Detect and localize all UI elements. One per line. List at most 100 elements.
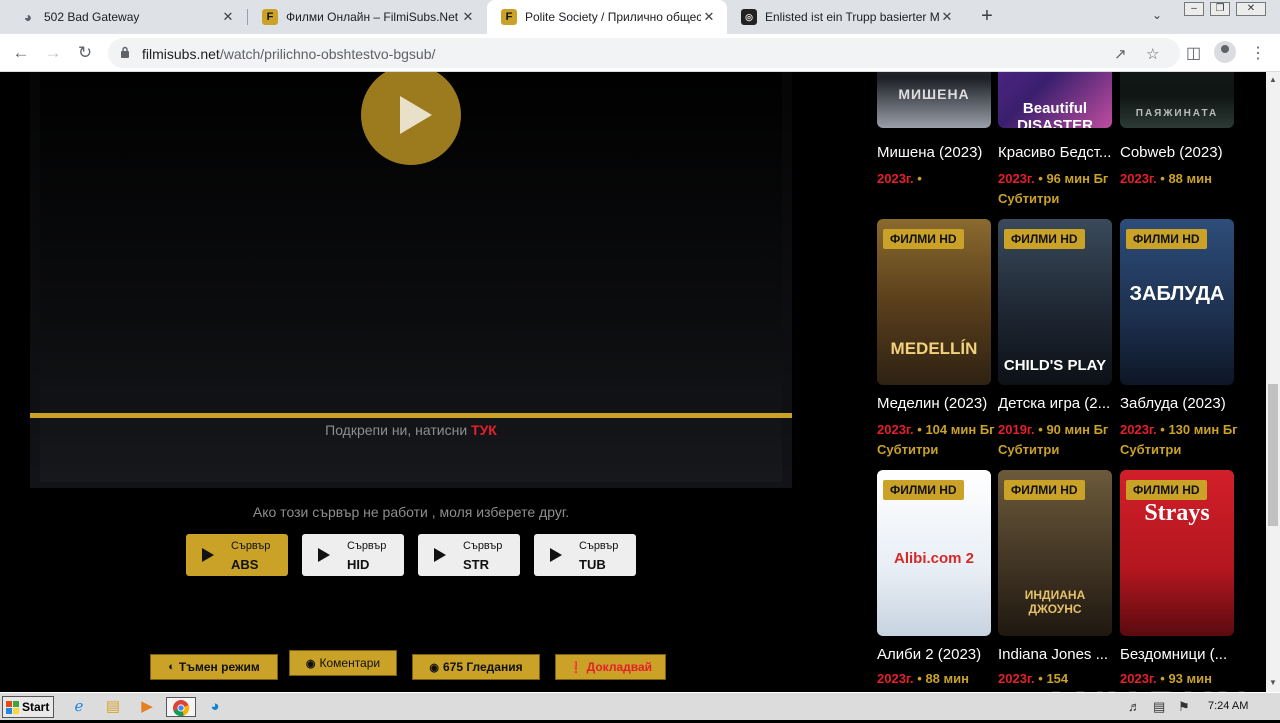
server-button-str[interactable]: Сървър STR (418, 534, 520, 576)
chrome-taskbar-icon[interactable] (166, 697, 196, 717)
scroll-up-icon[interactable]: ▲ (1269, 75, 1277, 84)
poster-text: ИНДИАНА ДЖОУНС (1024, 588, 1086, 616)
server-button-hid[interactable]: Сървър HID (302, 534, 404, 576)
lock-icon[interactable] (120, 46, 130, 59)
page-content: Подкрепи ни, натисни ТУК Ако този сървър… (0, 72, 1266, 692)
movie-poster[interactable]: ФИЛМИ HD Alibi.com 2 (877, 470, 991, 636)
page-scrollbar[interactable]: ▲ ▼ (1266, 72, 1280, 692)
movie-meta: 2023г. • 96 мин Бг Субтитри (998, 171, 1109, 206)
play-icon (318, 548, 330, 562)
movie-meta: 2023г. • 88 мин (877, 671, 969, 686)
back-icon[interactable]: ← (10, 42, 32, 64)
movie-poster[interactable]: ФИЛМИ HD ЗАБЛУДА (1120, 219, 1234, 385)
player-progress-bar[interactable] (30, 413, 792, 418)
tab-title: Enlisted ist ein Trupp basierter MMO- (765, 10, 939, 24)
report-button[interactable]: ❗ Докладвай (555, 654, 666, 680)
start-button[interactable]: Start (2, 696, 54, 718)
server-button-abs[interactable]: Сървър ABS (186, 534, 288, 576)
movie-poster[interactable]: МИШЕНА (877, 72, 991, 128)
support-text: Подкрепи ни, натисни (325, 422, 468, 438)
side-panel-icon[interactable]: ◫ (1186, 43, 1201, 63)
support-link[interactable]: ТУК (471, 422, 497, 438)
server-label: Сървър (347, 540, 387, 552)
close-tab-icon[interactable]: ✕ (460, 9, 476, 25)
close-tab-icon[interactable]: ✕ (220, 9, 236, 25)
action-center-flag-icon[interactable]: ⚑ (1178, 699, 1190, 715)
forward-icon[interactable]: → (42, 42, 64, 64)
close-tab-icon[interactable]: ✕ (701, 9, 717, 25)
profile-avatar-icon[interactable] (1214, 41, 1236, 63)
views-counter: ◉ 675 Гледания (412, 654, 540, 680)
volume-icon[interactable]: ♬ (1128, 699, 1141, 714)
movie-poster[interactable]: ФИЛМИ HD ИНДИАНА ДЖОУНС (998, 470, 1112, 636)
server-label: Сървър (463, 540, 503, 552)
movie-poster[interactable]: ПАЯЖИНАТА (1120, 72, 1234, 128)
movie-poster[interactable]: Beautiful DISASTER (998, 72, 1112, 128)
server-code: STR (463, 557, 489, 572)
play-icon (202, 548, 214, 562)
tab-strip: ◕ 502 Bad Gateway ✕ F Филми Онлайн – Fil… (0, 0, 1280, 34)
play-icon (434, 548, 446, 562)
movie-title[interactable]: Заблуда (2023) (1120, 395, 1240, 412)
movie-title[interactable]: Алиби 2 (2023) (877, 646, 997, 663)
server-code: TUB (579, 557, 606, 572)
tab-polite-society[interactable]: F Polite Society / Приличнo обществo ✕ (487, 0, 727, 34)
hd-badge: ФИЛМИ HD (1126, 480, 1207, 500)
dark-mode-button[interactable]: ◐ Тъмен режим (150, 654, 278, 680)
tab-502-bad-gateway[interactable]: ◕ 502 Bad Gateway ✕ (6, 0, 246, 34)
taskbar-clock[interactable]: 7:24 AM (1208, 700, 1248, 712)
tab-filmisubs-home[interactable]: F Филми Онлайн – FilmiSubs.Net ✕ (248, 0, 486, 34)
share-icon[interactable]: ↗ (1114, 45, 1127, 63)
movie-title[interactable]: Cobweb (2023) (1120, 144, 1240, 161)
url-text: filmisubs.net/watch/prilichno-obshtestvo… (142, 46, 436, 62)
edge-icon[interactable]: ◕ (204, 697, 226, 717)
tab-search-icon[interactable]: ⌄ (1152, 8, 1162, 22)
file-explorer-icon[interactable]: ▤ (102, 697, 124, 717)
scroll-down-icon[interactable]: ▼ (1269, 678, 1277, 687)
internet-explorer-icon[interactable]: ℯ (68, 697, 90, 717)
globe-icon: ◕ (23, 9, 33, 25)
movie-title[interactable]: Детска игра (2... (998, 395, 1118, 412)
anyrun-watermark: ANY.RUN (1040, 682, 1250, 692)
movie-title[interactable]: Мишена (2023) (877, 144, 997, 161)
movie-poster[interactable]: ФИЛМИ HD CHILD'S PLAY (998, 219, 1112, 385)
movie-poster[interactable]: ФИЛМИ HD Strays (1120, 470, 1234, 636)
contrast-icon: ◐ (168, 661, 175, 673)
poster-text: Alibi.com 2 (893, 550, 975, 567)
movie-title[interactable]: Красиво Бедст... (998, 144, 1118, 161)
minimize-button[interactable]: – (1184, 2, 1204, 16)
movie-title[interactable]: Indiana Jones ... (998, 646, 1118, 663)
menu-kebab-icon[interactable]: ⋮ (1250, 43, 1266, 63)
comments-button[interactable]: ◉ Коментари (289, 650, 397, 676)
movie-poster[interactable]: ФИЛМИ HD MEDELLÍN (877, 219, 991, 385)
close-window-button[interactable]: ✕ (1236, 2, 1266, 16)
new-tab-button[interactable]: + (976, 5, 998, 27)
movie-title[interactable]: Бездомници (... (1120, 646, 1240, 663)
comment-icon: ◉ (305, 657, 316, 670)
bookmark-star-icon[interactable]: ☆ (1146, 45, 1159, 63)
reload-icon[interactable]: ↻ (74, 42, 96, 64)
poster-text: ПАЯЖИНАТА (1135, 108, 1219, 119)
close-tab-icon[interactable]: ✕ (939, 9, 955, 25)
poster-text: MEDELLÍN (890, 339, 978, 358)
media-player-icon[interactable]: ▶ (136, 697, 158, 717)
server-code: HID (347, 557, 370, 572)
server-label: Сървър (579, 540, 619, 552)
maximize-button[interactable]: ❐ (1210, 2, 1230, 16)
movie-title[interactable]: Меделин (2023) (877, 395, 997, 412)
movie-meta: 2023г. • (877, 171, 922, 186)
address-bar[interactable]: filmisubs.net/watch/prilichno-obshtestvo… (108, 38, 1180, 68)
scrollbar-thumb[interactable] (1268, 384, 1278, 526)
poster-text: ЗАБЛУДА (1129, 283, 1225, 305)
enlisted-favicon: ◎ (741, 9, 757, 25)
hd-badge: ФИЛМИ HD (1004, 229, 1085, 249)
hd-badge: ФИЛМИ HD (883, 480, 964, 500)
poster-text: CHILD'S PLAY (1003, 357, 1107, 374)
tab-enlisted[interactable]: ◎ Enlisted ist ein Trupp basierter MMO- … (727, 0, 965, 34)
movie-meta: 2023г. • 88 мин (1120, 171, 1212, 186)
movie-meta: 2023г. • 130 мин Бг Субтитри (1120, 422, 1238, 457)
tab-title: 502 Bad Gateway (44, 10, 140, 24)
network-icon[interactable]: ▤ (1153, 699, 1165, 715)
support-message: Подкрепи ни, натисни ТУК (30, 422, 792, 438)
server-button-tub[interactable]: Сървър TUB (534, 534, 636, 576)
